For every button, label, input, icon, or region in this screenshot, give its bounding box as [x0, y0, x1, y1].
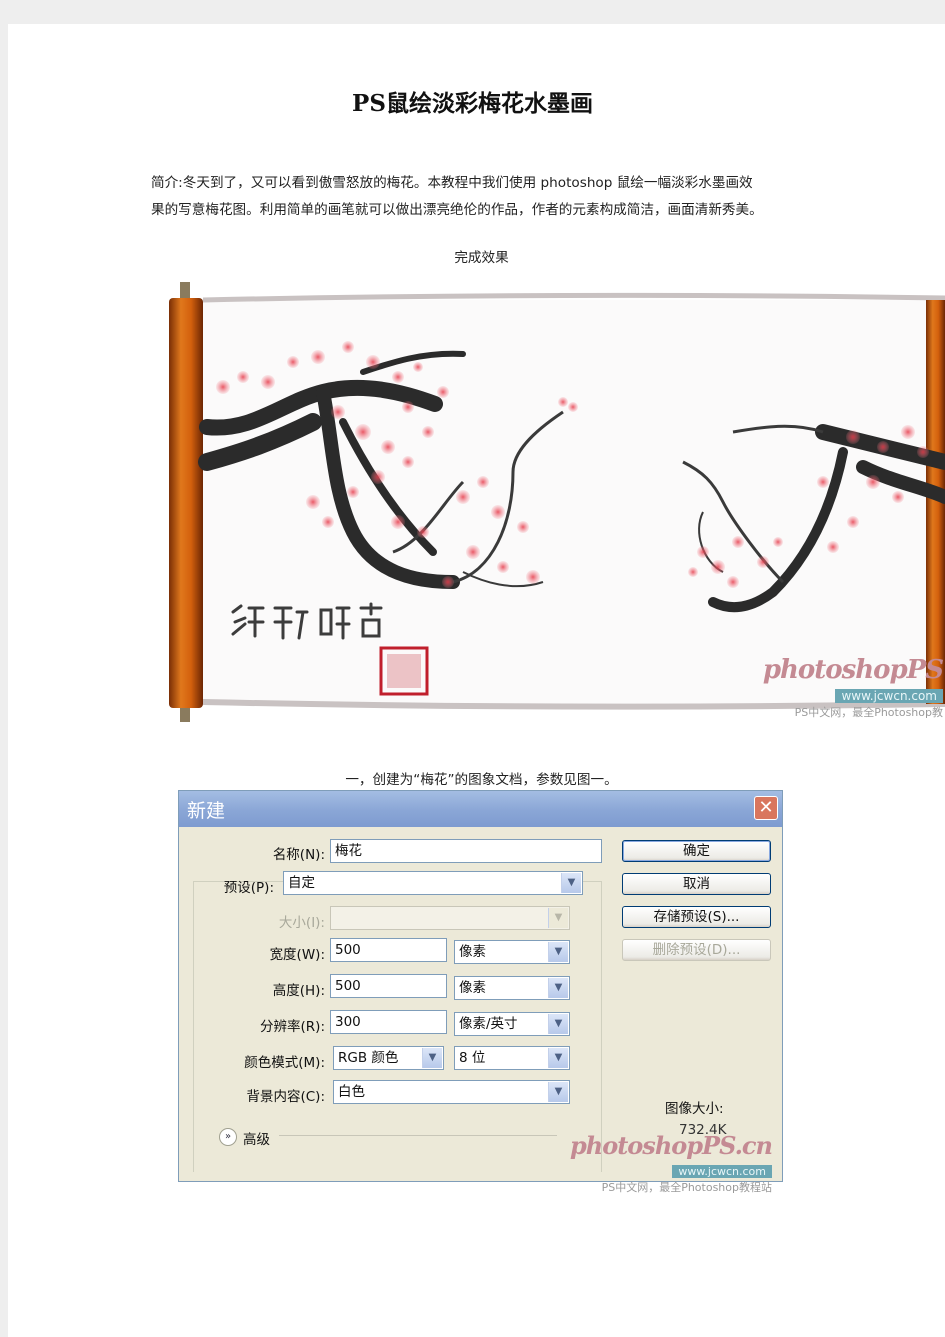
chevron-down-icon: ▼	[561, 873, 581, 893]
caption-step-1: 一，创建为“梅花”的图象文档，参数见图一。	[345, 772, 618, 788]
size-select: ▼	[330, 906, 570, 930]
preset-label: 预设(P):	[223, 880, 274, 896]
color-mode-select[interactable]: RGB 颜色 ▼	[333, 1046, 444, 1070]
width-label: 宽度(W):	[269, 947, 325, 963]
width-input[interactable]: 500	[330, 938, 447, 962]
cancel-button[interactable]: 取消	[622, 873, 771, 895]
dialog-watermark-url: www.jcwcn.com	[672, 1165, 772, 1178]
watermark-logo: photoshopPS	[762, 655, 944, 685]
delete-preset-button: 删除预设(D)...	[622, 939, 771, 961]
dialog-watermark: photoshopPS.cn www.jcwcn.com PS中文网，最全Pho…	[569, 1131, 773, 1195]
plum-blossom-painting: photoshopPS www.jcwcn.com PS中文网，最全Photos…	[163, 282, 945, 722]
background-label: 背景内容(C):	[246, 1089, 325, 1105]
chevron-down-icon: ▼	[548, 978, 568, 998]
dialog-watermark-logo: photoshopPS.cn	[569, 1131, 773, 1160]
size-label: 大小(I):	[278, 915, 325, 931]
ok-button[interactable]: 确定	[622, 840, 771, 862]
bit-depth-value: 8 位	[459, 1050, 486, 1066]
intro-line-1: 简介:冬天到了，又可以看到傲雪怒放的梅花。本教程中我们使用 photoshop …	[151, 175, 753, 191]
chevron-down-icon: ▼	[548, 1048, 568, 1068]
article-title: PS鼠绘淡彩梅花水墨画	[352, 90, 593, 117]
name-input[interactable]: 梅花	[330, 839, 602, 863]
chevron-down-icon: ▼	[548, 942, 568, 962]
article-intro: 简介:冬天到了，又可以看到傲雪怒放的梅花。本教程中我们使用 photoshop …	[151, 170, 831, 224]
dialog-watermark-subtitle: PS中文网，最全Photoshop教程站	[601, 1181, 772, 1194]
color-mode-value: RGB 颜色	[338, 1050, 399, 1066]
height-label: 高度(H):	[272, 983, 325, 999]
background-select[interactable]: 白色 ▼	[333, 1080, 570, 1104]
height-unit-select[interactable]: 像素 ▼	[454, 976, 570, 1000]
new-document-dialog: 新建 ✕ 名称(N): 梅花 预设(P): 自定 ▼ 大小(I): ▼ 宽度(W…	[178, 790, 783, 1194]
chevron-down-icon: ▼	[548, 1082, 568, 1102]
bit-depth-select[interactable]: 8 位 ▼	[454, 1046, 570, 1070]
dialog-title: 新建	[187, 800, 226, 822]
background-value: 白色	[338, 1084, 365, 1100]
height-input[interactable]: 500	[330, 974, 447, 998]
advanced-divider	[279, 1135, 557, 1136]
preset-value: 自定	[288, 875, 315, 891]
chevron-down-icon: ▼	[548, 908, 568, 928]
save-preset-button[interactable]: 存储预设(S)...	[622, 906, 771, 928]
painting-watermark: photoshopPS www.jcwcn.com PS中文网，最全Photos…	[762, 655, 944, 720]
color-mode-label: 颜色模式(M):	[244, 1055, 325, 1071]
chevron-down-icon: ▼	[422, 1048, 442, 1068]
resolution-label: 分辨率(R):	[260, 1019, 325, 1035]
watermark-subtitle: PS中文网，最全Photoshop教	[794, 706, 943, 719]
close-icon[interactable]: ✕	[754, 796, 778, 820]
resolution-unit-select[interactable]: 像素/英寸 ▼	[454, 1012, 570, 1036]
intro-line-2: 果的写意梅花图。利用简单的画笔就可以做出漂亮绝伦的作品，作者的元素构成简洁，画面…	[151, 202, 763, 218]
width-unit-select[interactable]: 像素 ▼	[454, 940, 570, 964]
watermark-url: www.jcwcn.com	[835, 689, 943, 703]
height-unit-value: 像素	[459, 980, 486, 996]
resolution-unit-value: 像素/英寸	[459, 1016, 518, 1032]
image-size-label: 图像大小:	[665, 1101, 724, 1117]
name-label: 名称(N):	[272, 847, 325, 863]
preset-select[interactable]: 自定 ▼	[283, 871, 583, 895]
resolution-input[interactable]: 300	[330, 1010, 447, 1034]
expand-advanced-icon[interactable]: »	[219, 1128, 237, 1146]
caption-result: 完成效果	[454, 250, 509, 266]
advanced-label[interactable]: 高级	[243, 1128, 270, 1148]
width-unit-value: 像素	[459, 944, 486, 960]
chevron-down-icon: ▼	[548, 1014, 568, 1034]
dialog-title-bar: 新建 ✕	[179, 791, 782, 827]
